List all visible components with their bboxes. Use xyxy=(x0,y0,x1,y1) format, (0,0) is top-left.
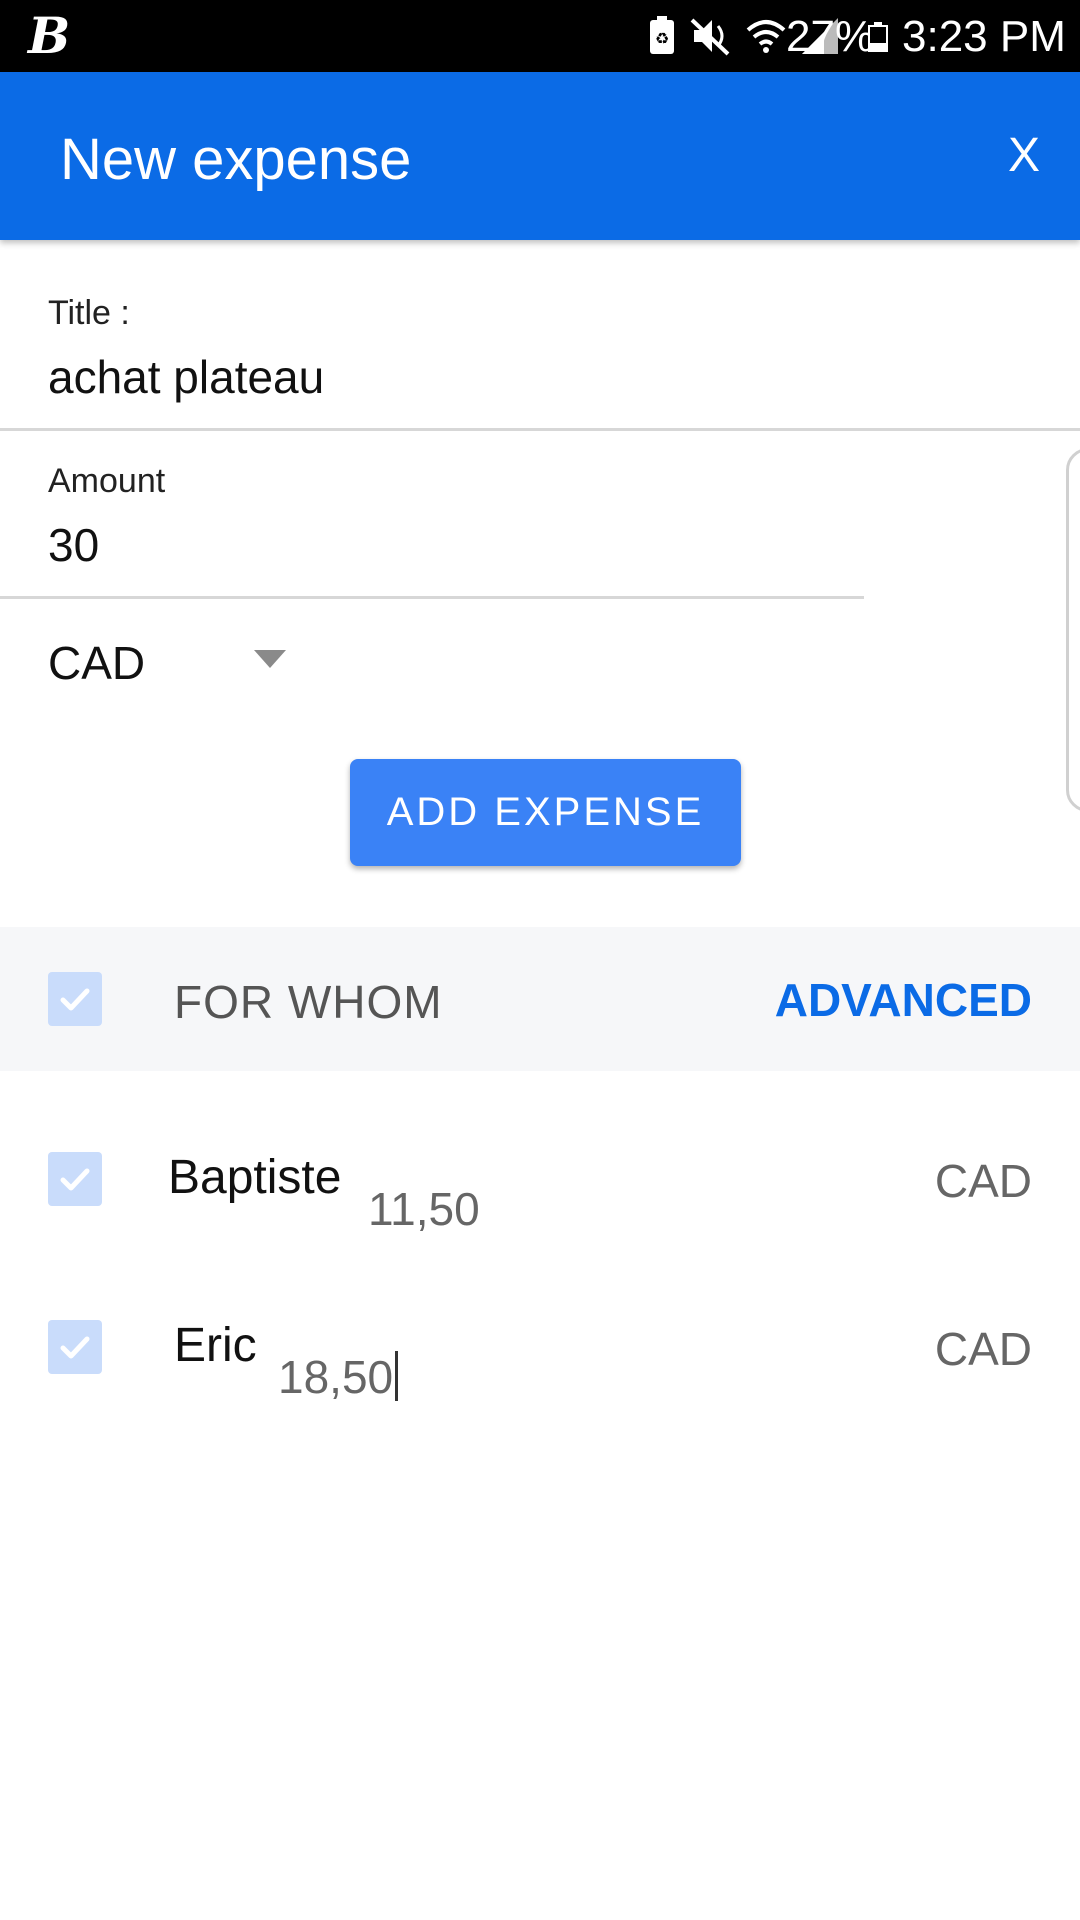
check-icon xyxy=(60,988,90,1011)
participant-checkbox-baptiste[interactable] xyxy=(48,1152,102,1206)
side-panel-edge xyxy=(1066,448,1080,812)
wifi-icon xyxy=(746,20,786,53)
select-all-checkbox[interactable] xyxy=(48,972,102,1026)
currency-select-value: CAD xyxy=(48,637,146,689)
chevron-down-icon xyxy=(254,650,286,668)
text-cursor xyxy=(395,1351,399,1401)
check-icon xyxy=(60,1168,90,1191)
participant-currency: CAD xyxy=(934,1323,1032,1375)
title-field[interactable]: achat plateau xyxy=(48,350,324,404)
battery-icon xyxy=(868,22,888,52)
amount-label: Amount xyxy=(48,462,166,500)
app-bar: New expense X xyxy=(0,72,1080,240)
title-label: Title : xyxy=(48,294,130,332)
advanced-button[interactable]: ADVANCED xyxy=(775,973,1032,1027)
participant-currency: CAD xyxy=(934,1155,1032,1207)
battery-percent: 27% xyxy=(786,12,875,61)
participant-name: Eric xyxy=(174,1319,257,1372)
participant-amount-input[interactable]: 18,50 xyxy=(278,1351,393,1403)
battery-saver-icon: ♻ xyxy=(650,16,674,54)
add-expense-button[interactable]: ADD EXPENSE xyxy=(350,759,741,866)
for-whom-header: FOR WHOM ADVANCED xyxy=(0,927,1080,1071)
currency-select[interactable]: CAD xyxy=(0,610,300,710)
svg-text:♻: ♻ xyxy=(655,29,669,48)
clock: 3:23 PM xyxy=(902,12,1066,61)
status-bar: B ♻ 27% 3:23 PM xyxy=(0,0,1080,72)
check-icon xyxy=(60,1336,90,1359)
app-logo: B xyxy=(28,6,71,65)
page-title: New expense xyxy=(60,127,412,192)
amount-divider xyxy=(0,596,864,599)
participant-amount-input[interactable]: 11,50 xyxy=(368,1182,480,1236)
title-divider xyxy=(0,428,1080,431)
participant-amount-input-wrap[interactable]: 18,50 xyxy=(278,1350,399,1404)
participant-checkbox-eric[interactable] xyxy=(48,1320,102,1374)
amount-field[interactable]: 30 xyxy=(48,518,99,572)
for-whom-label: FOR WHOM xyxy=(174,976,443,1028)
close-button[interactable]: X xyxy=(1008,128,1040,183)
mute-icon xyxy=(690,18,730,56)
participant-name: Baptiste xyxy=(168,1151,342,1204)
